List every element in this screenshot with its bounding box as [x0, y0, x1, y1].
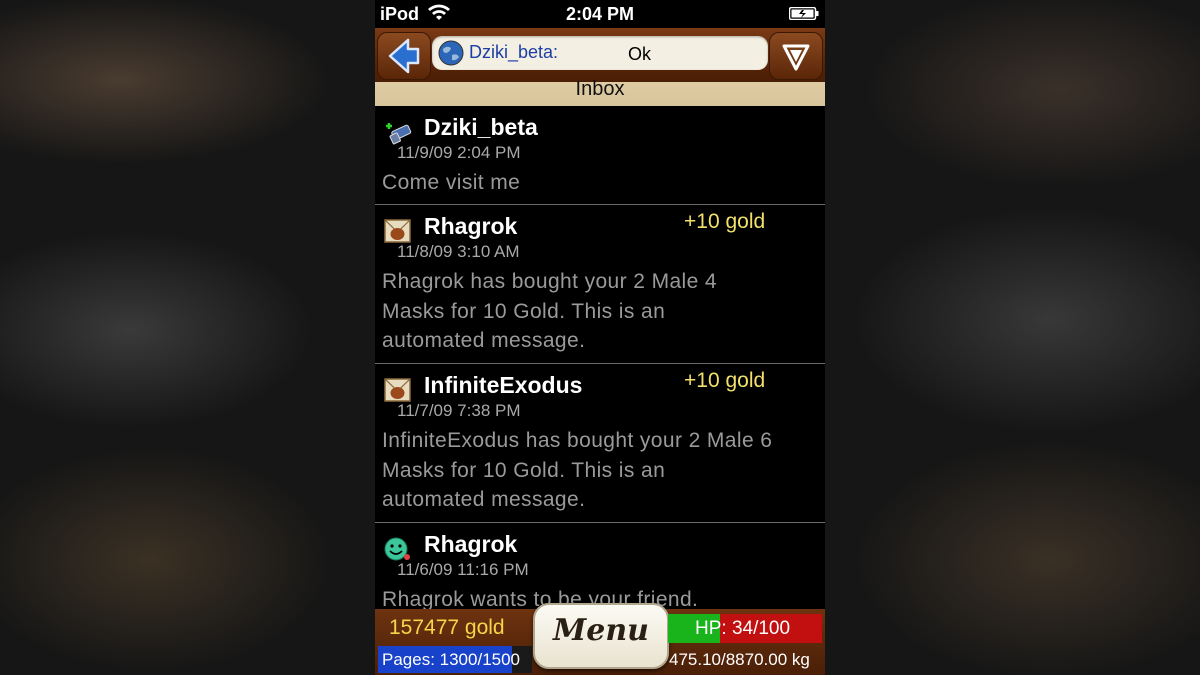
phone-screen: iPod 2:04 PM Dziki_beta: Ok Inbox Dziki_…	[375, 0, 825, 675]
message-body: Rhagrok has bought your 2 Male 4 Masks f…	[382, 267, 822, 356]
message-date: 11/8/09 3:10 AM	[397, 242, 520, 261]
hp-counter: HP: 34/100	[695, 618, 791, 639]
message-body-line: Masks for 10 Gold. This is an	[382, 299, 666, 323]
message-date: 11/6/09 11:16 PM	[397, 560, 529, 579]
menu-button[interactable]: Menu	[533, 603, 669, 669]
gold-reward: +10 gold	[684, 369, 766, 392]
inbox-header: Dziki_beta: Ok Inbox	[375, 28, 825, 106]
gold-counter: 157477 gold	[389, 616, 505, 639]
status-bar: iPod 2:04 PM	[375, 0, 825, 28]
message-body-line: automated message.	[382, 329, 586, 352]
message-body-line: Masks for 10 Gold. This is an	[382, 458, 666, 482]
message-date: 11/7/09 7:38 PM	[397, 401, 521, 420]
menu-label: Menu	[553, 613, 649, 648]
back-button[interactable]	[377, 32, 431, 80]
message-body: Come visit me	[382, 171, 521, 194]
message-item[interactable]: Dziki_beta 11/9/09 2:04 PM Come visit me	[375, 106, 825, 205]
message-sender: Dziki_beta	[424, 114, 538, 140]
message-body: InfiniteExodus has bought your 2 Male 6 …	[382, 426, 822, 515]
arrow-left-icon	[388, 38, 420, 74]
dropdown-button[interactable]	[769, 32, 823, 80]
hp-bar: HP: 34/100	[668, 614, 822, 643]
message-item[interactable]: InfiniteExodus +10 gold 11/7/09 7:38 PM …	[375, 364, 825, 523]
pages-counter: Pages: 1300/1500	[382, 650, 521, 669]
globe-icon	[438, 40, 464, 66]
sale-mail-icon	[384, 378, 411, 402]
message-sender: InfiniteExodus	[424, 372, 583, 398]
pages-progress-bar: Pages: 1300/1500	[378, 646, 532, 673]
message-sender: Rhagrok	[424, 531, 518, 557]
message-date: 11/9/09 2:04 PM	[397, 143, 521, 162]
clock: 2:04 PM	[565, 4, 635, 24]
bottom-status-bar: 157477 gold Pages: 1300/1500 Menu HP: 34…	[375, 603, 825, 675]
sale-mail-icon	[384, 219, 411, 243]
weight-counter: 475.10/8870.00 kg	[669, 650, 810, 669]
last-chat-message[interactable]: Dziki_beta: Ok	[432, 36, 768, 70]
add-friend-icon	[386, 123, 412, 145]
message-sender: Rhagrok	[424, 213, 518, 239]
chat-sender: Dziki_beta:	[469, 42, 559, 62]
message-item[interactable]: Rhagrok +10 gold 11/8/09 3:10 AM Rhagrok…	[375, 205, 825, 364]
battery-icon	[789, 7, 819, 20]
message-body-line: automated message.	[382, 488, 586, 511]
message-body-line: InfiniteExodus has bought your 2 Male 6	[382, 429, 773, 452]
chat-text: Ok	[628, 44, 652, 64]
page-title: Inbox	[575, 78, 625, 100]
message-body-line: Rhagrok has bought your 2 Male 4	[382, 270, 717, 293]
arrow-down-icon	[782, 44, 810, 71]
gold-reward: +10 gold	[684, 210, 766, 233]
friend-request-icon	[384, 537, 410, 561]
